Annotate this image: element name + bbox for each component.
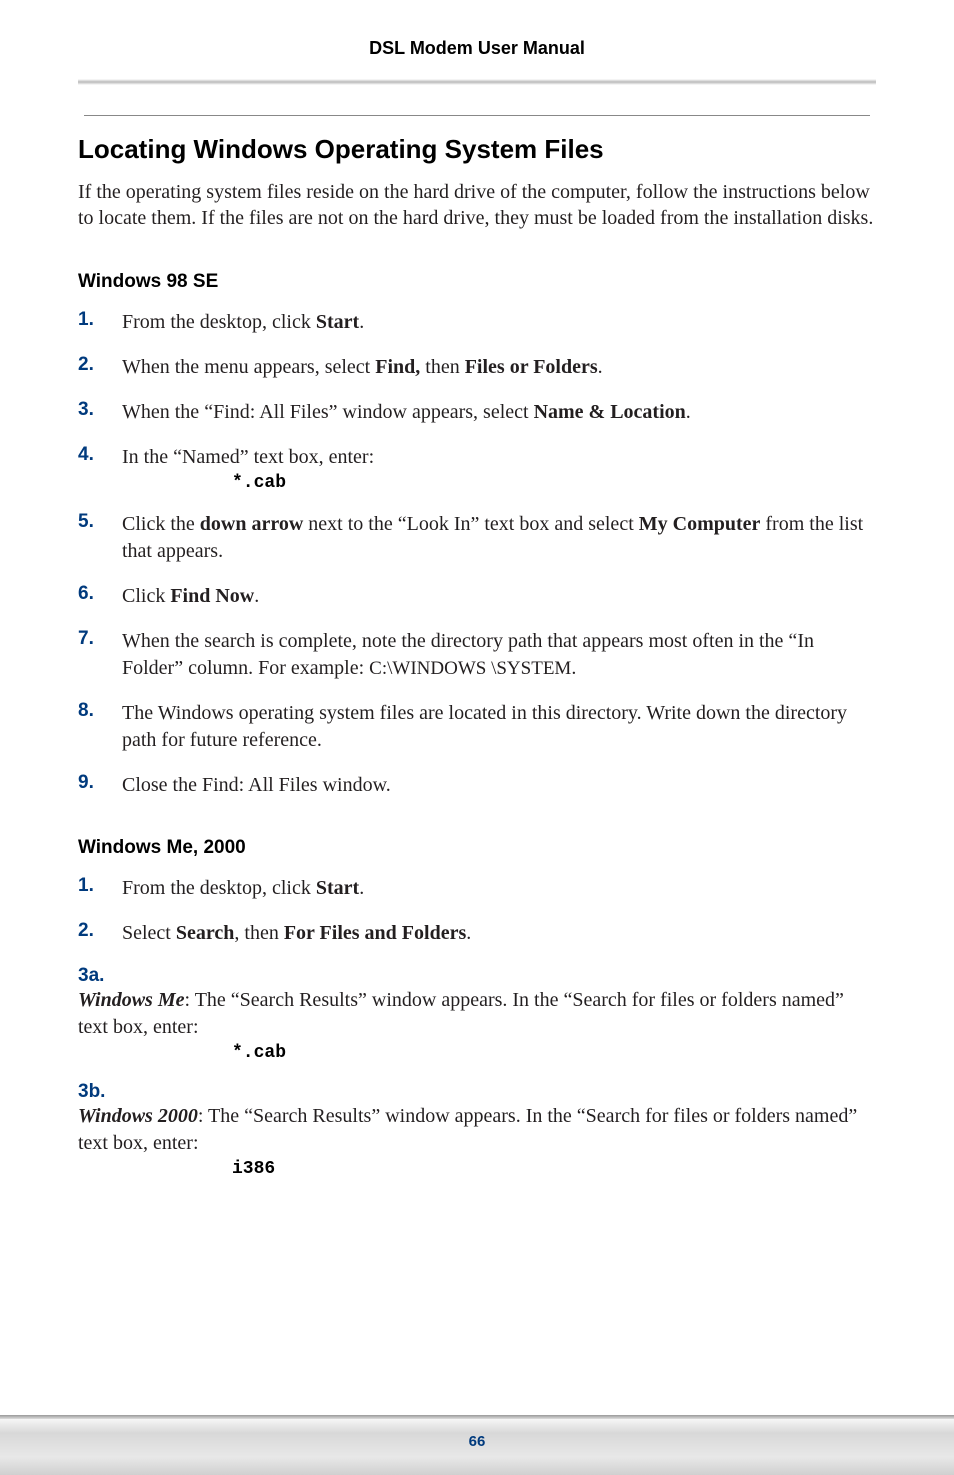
step-text: Click the down arrow next to the “Look I…	[122, 511, 876, 565]
list-item: 2. When the menu appears, select Find, t…	[78, 354, 876, 381]
list-item: 9. Close the Find: All Files window.	[78, 772, 876, 799]
step-text: Close the Find: All Files window.	[122, 772, 391, 799]
step-number: 5.	[78, 511, 122, 533]
step-number: 3a.	[78, 965, 122, 987]
list-item: 1. From the desktop, click Start.	[78, 309, 876, 336]
step-number: 2.	[78, 920, 122, 942]
list-item: 7. When the search is complete, note the…	[78, 628, 876, 682]
list-item: 3a. Windows Me: The “Search Results” win…	[78, 965, 876, 1063]
step-number: 3.	[78, 399, 122, 421]
code-text: *.cab	[232, 1043, 876, 1063]
step-number: 4.	[78, 444, 122, 466]
step-number: 8.	[78, 700, 122, 722]
list-item: 6. Click Find Now.	[78, 583, 876, 610]
header-divider	[78, 79, 876, 85]
step-text: The Windows operating system files are l…	[122, 700, 876, 754]
list-item: 5. Click the down arrow next to the “Loo…	[78, 511, 876, 565]
step-text: When the “Find: All Files” window appear…	[122, 399, 691, 426]
step-number: 9.	[78, 772, 122, 794]
code-text: *.cab	[232, 473, 876, 493]
step-text: Windows Me: The “Search Results” window …	[78, 987, 876, 1041]
step-number: 1.	[78, 875, 122, 897]
step-text: Click Find Now.	[122, 583, 259, 610]
step-number: 7.	[78, 628, 122, 650]
step-text: When the menu appears, select Find, then…	[122, 354, 603, 381]
step-text: In the “Named” text box, enter:	[122, 444, 374, 471]
step-text: Select Search, then For Files and Folder…	[122, 920, 471, 947]
step-text: Windows 2000: The “Search Results” windo…	[78, 1103, 876, 1157]
step-text: When the search is complete, note the di…	[122, 628, 876, 682]
section-title: Locating Windows Operating System Files	[78, 134, 876, 165]
step-number: 2.	[78, 354, 122, 376]
step-text: From the desktop, click Start.	[122, 309, 364, 336]
page-header: DSL Modem User Manual	[78, 38, 876, 59]
step-number: 6.	[78, 583, 122, 605]
list-item: 1. From the desktop, click Start.	[78, 875, 876, 902]
intro-paragraph: If the operating system files reside on …	[78, 179, 876, 231]
step-number: 3b.	[78, 1081, 122, 1103]
list-item: 2. Select Search, then For Files and Fol…	[78, 920, 876, 947]
list-item: 3. When the “Find: All Files” window app…	[78, 399, 876, 426]
list-item: 4. In the “Named” text box, enter: *.cab	[78, 444, 876, 493]
win98-heading: Windows 98 SE	[78, 271, 876, 293]
winme-steps: 1. From the desktop, click Start. 2. Sel…	[78, 875, 876, 1179]
list-item: 8. The Windows operating system files ar…	[78, 700, 876, 754]
code-text: i386	[232, 1159, 876, 1179]
win98-steps: 1. From the desktop, click Start. 2. Whe…	[78, 309, 876, 799]
step-number: 1.	[78, 309, 122, 331]
page-footer: 66	[0, 1415, 954, 1475]
step-text: From the desktop, click Start.	[122, 875, 364, 902]
list-item: 3b. Windows 2000: The “Search Results” w…	[78, 1081, 876, 1179]
page-number: 66	[0, 1419, 954, 1450]
winme-heading: Windows Me, 2000	[78, 837, 876, 859]
inner-rule	[84, 115, 870, 116]
